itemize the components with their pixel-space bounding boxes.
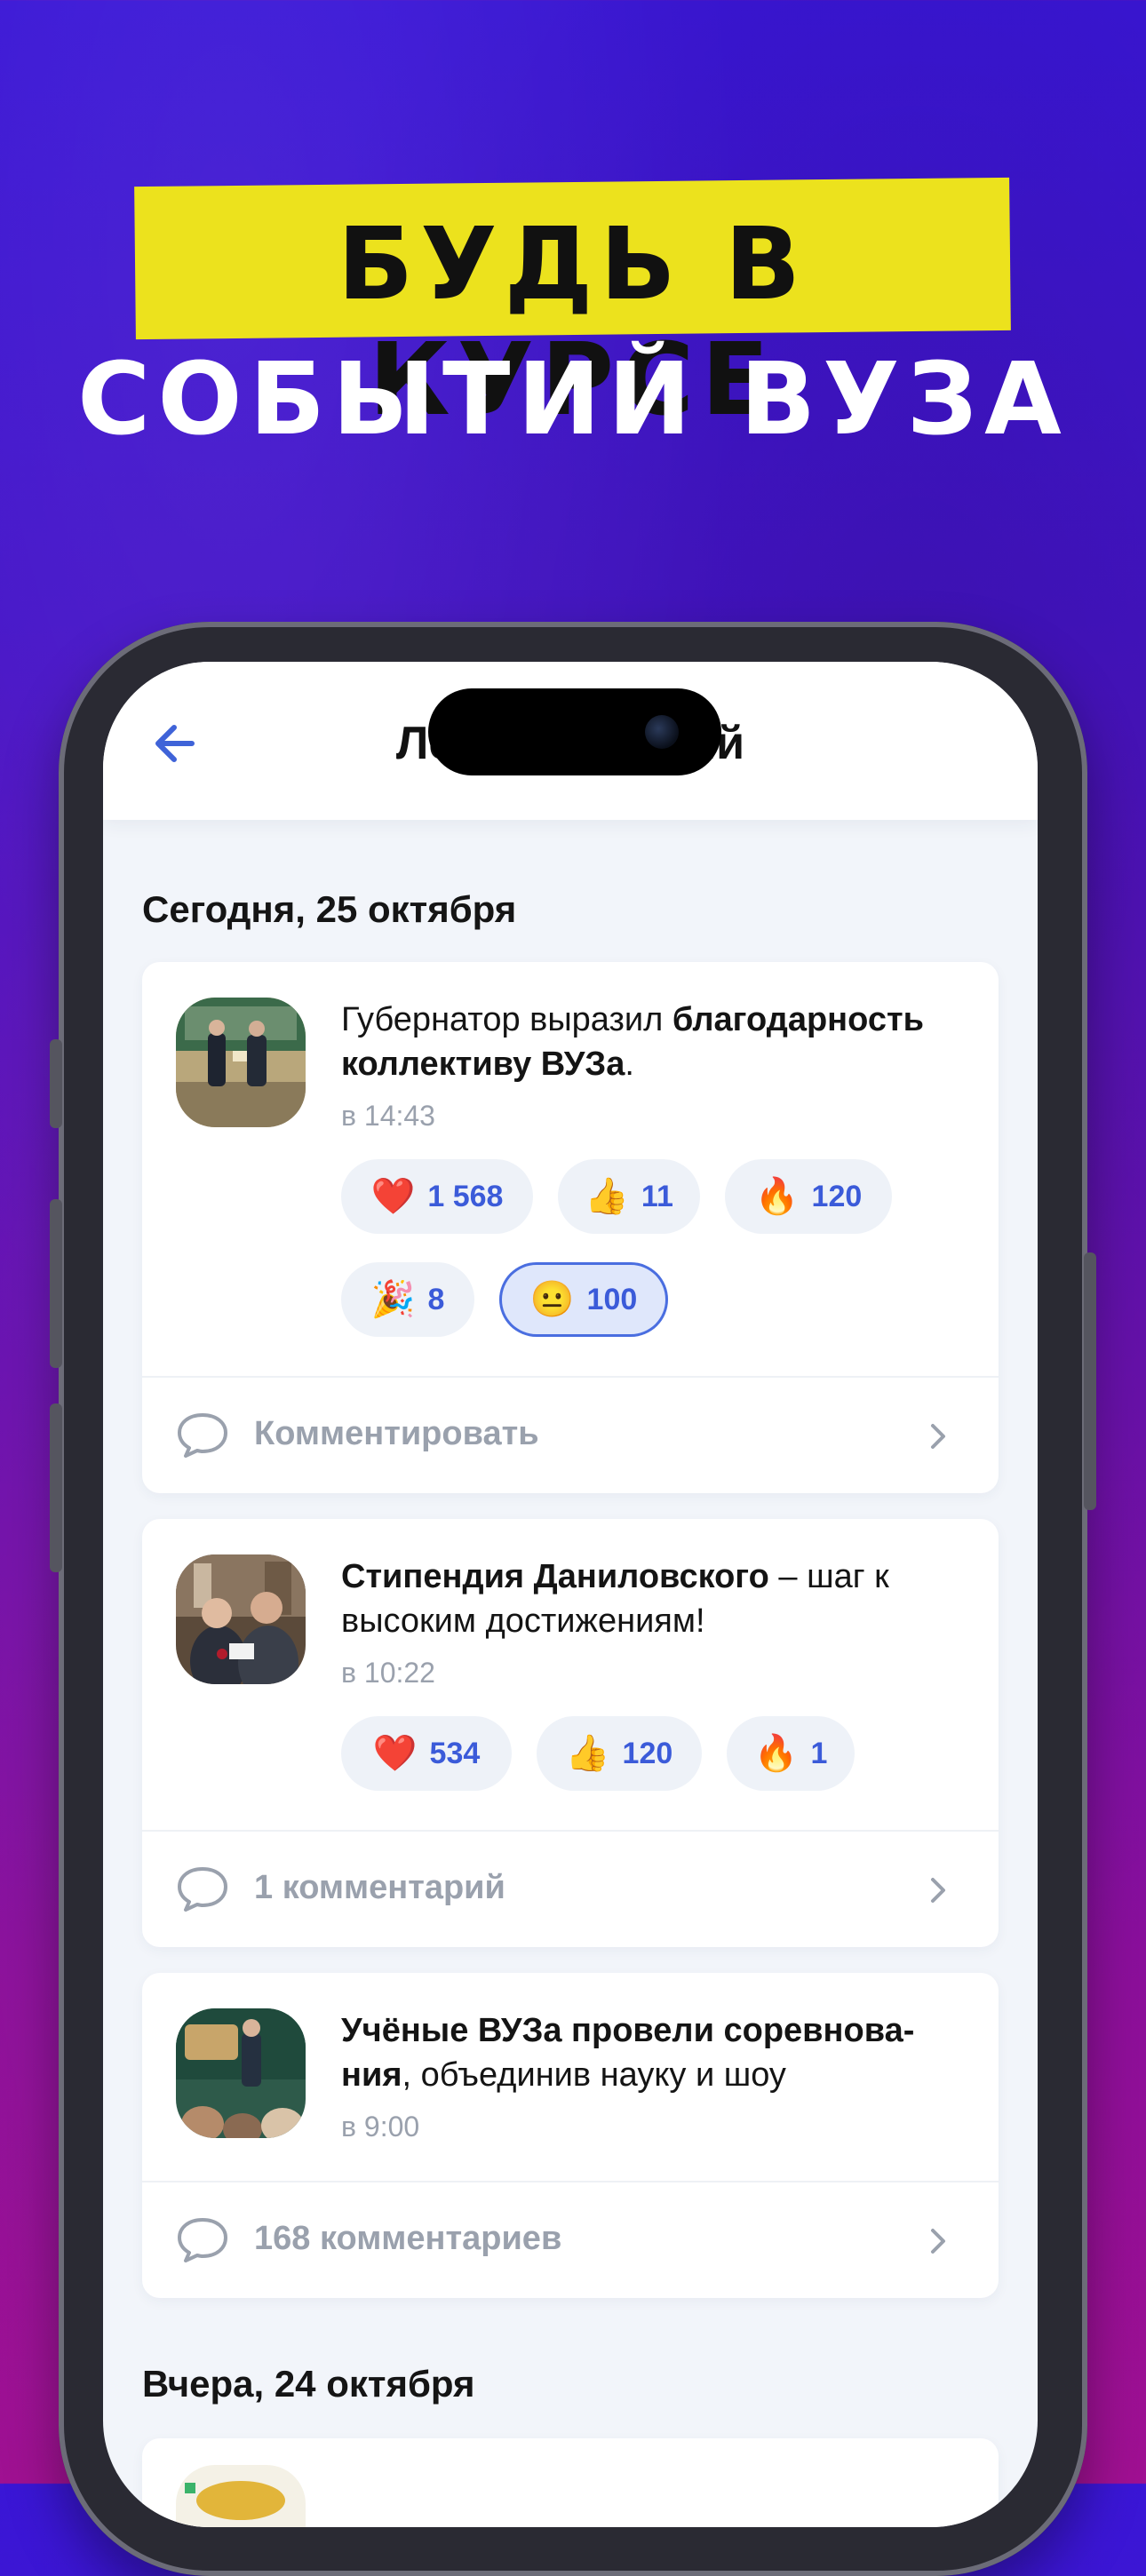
heart-icon: ❤️ bbox=[370, 1177, 416, 1216]
phone-power-button bbox=[1084, 1252, 1096, 1510]
news-thumbnail bbox=[176, 1554, 306, 1684]
reaction-count: 100 bbox=[586, 1282, 638, 1316]
title-plain: Губернатор выразил bbox=[341, 1001, 672, 1038]
news-thumbnail bbox=[176, 2465, 306, 2527]
news-thumbnail bbox=[176, 2008, 306, 2138]
reaction-fire[interactable]: 🔥 1 bbox=[727, 1716, 855, 1791]
comment-button[interactable]: 168 комментариев bbox=[142, 2182, 999, 2298]
comment-label: Комментировать bbox=[254, 1415, 539, 1452]
reaction-count: 1 bbox=[810, 1736, 828, 1770]
party-popper-icon: 🎉 bbox=[370, 1280, 416, 1319]
reaction-count: 534 bbox=[429, 1736, 481, 1770]
reaction-party[interactable]: 🎉 8 bbox=[341, 1262, 474, 1337]
news-time: в 14:43 bbox=[341, 1100, 435, 1132]
reaction-fire[interactable]: 🔥 120 bbox=[725, 1159, 892, 1234]
neutral-face-icon: 😐 bbox=[529, 1280, 575, 1319]
news-thumbnail bbox=[176, 998, 306, 1127]
section-date-yesterday: Вчера, 24 октября bbox=[142, 2363, 475, 2405]
fire-icon: 🔥 bbox=[754, 1177, 800, 1216]
reaction-heart[interactable]: ❤️ 1 568 bbox=[341, 1159, 533, 1234]
news-time: в 10:22 bbox=[341, 1657, 435, 1689]
reaction-count: 1 568 bbox=[427, 1179, 504, 1213]
comment-bubble-icon bbox=[178, 2218, 227, 2262]
news-title[interactable]: Губернатор выразил благодарность коллект… bbox=[341, 998, 981, 1086]
news-title[interactable]: Учёные ВУЗа провели соревнова-ния, объед… bbox=[341, 2008, 981, 2097]
chevron-right-icon bbox=[931, 1878, 945, 1903]
news-card[interactable]: Учёные ВУЗа провели соревнова-ния, объед… bbox=[142, 1973, 999, 2298]
reaction-count: 120 bbox=[811, 1179, 863, 1213]
phone-side-button bbox=[50, 1039, 62, 1128]
reaction-neutral-selected[interactable]: 😐 100 bbox=[499, 1262, 668, 1337]
news-card[interactable]: Стипендия Даниловского – шаг к высоким д… bbox=[142, 1519, 999, 1947]
thumbs-up-icon: 👍 bbox=[565, 1734, 610, 1773]
comment-button[interactable]: 1 комментарий bbox=[142, 1832, 999, 1947]
phone-volume-down bbox=[50, 1403, 62, 1572]
news-time: в 9:00 bbox=[341, 2111, 420, 2143]
phone-volume-up bbox=[50, 1199, 62, 1368]
title-tail: , объединив науку и шоу bbox=[402, 2056, 786, 2094]
comment-button[interactable]: Комментировать bbox=[142, 1378, 999, 1493]
camera-icon bbox=[645, 715, 679, 749]
phone-screen: Лента событий Сегодня, 25 октября Губерн… bbox=[103, 662, 1038, 2527]
comment-label: 168 комментариев bbox=[254, 2220, 562, 2257]
reaction-count: 8 bbox=[427, 1282, 445, 1316]
fire-icon: 🔥 bbox=[753, 1734, 799, 1773]
comment-bubble-icon bbox=[178, 1867, 227, 1912]
title-tail: . bbox=[625, 1046, 634, 1083]
thumbs-up-icon: 👍 bbox=[585, 1177, 629, 1216]
reaction-count: 120 bbox=[622, 1736, 673, 1770]
news-title[interactable]: Стипендия Даниловского – шаг к высоким д… bbox=[341, 1554, 981, 1643]
section-date-today: Сегодня, 25 октября bbox=[142, 888, 517, 930]
news-card[interactable] bbox=[142, 2438, 999, 2527]
reaction-count: 11 bbox=[641, 1179, 673, 1213]
reaction-heart[interactable]: ❤️ 534 bbox=[341, 1716, 512, 1791]
reaction-thumbs-up[interactable]: 👍 11 bbox=[558, 1159, 700, 1234]
news-card[interactable]: Губернатор выразил благодарность коллект… bbox=[142, 962, 999, 1493]
heart-icon: ❤️ bbox=[372, 1734, 418, 1773]
chevron-right-icon bbox=[931, 2229, 945, 2254]
reaction-thumbs-up[interactable]: 👍 120 bbox=[537, 1716, 702, 1791]
title-bold: Стипендия Даниловского bbox=[341, 1558, 769, 1595]
dynamic-island bbox=[428, 688, 721, 775]
chevron-right-icon bbox=[931, 1424, 945, 1449]
comment-label: 1 комментарий bbox=[254, 1869, 505, 1906]
headline-line-2: СОБЫТИЙ ВУЗА bbox=[77, 342, 1069, 457]
comment-bubble-icon bbox=[178, 1413, 227, 1458]
